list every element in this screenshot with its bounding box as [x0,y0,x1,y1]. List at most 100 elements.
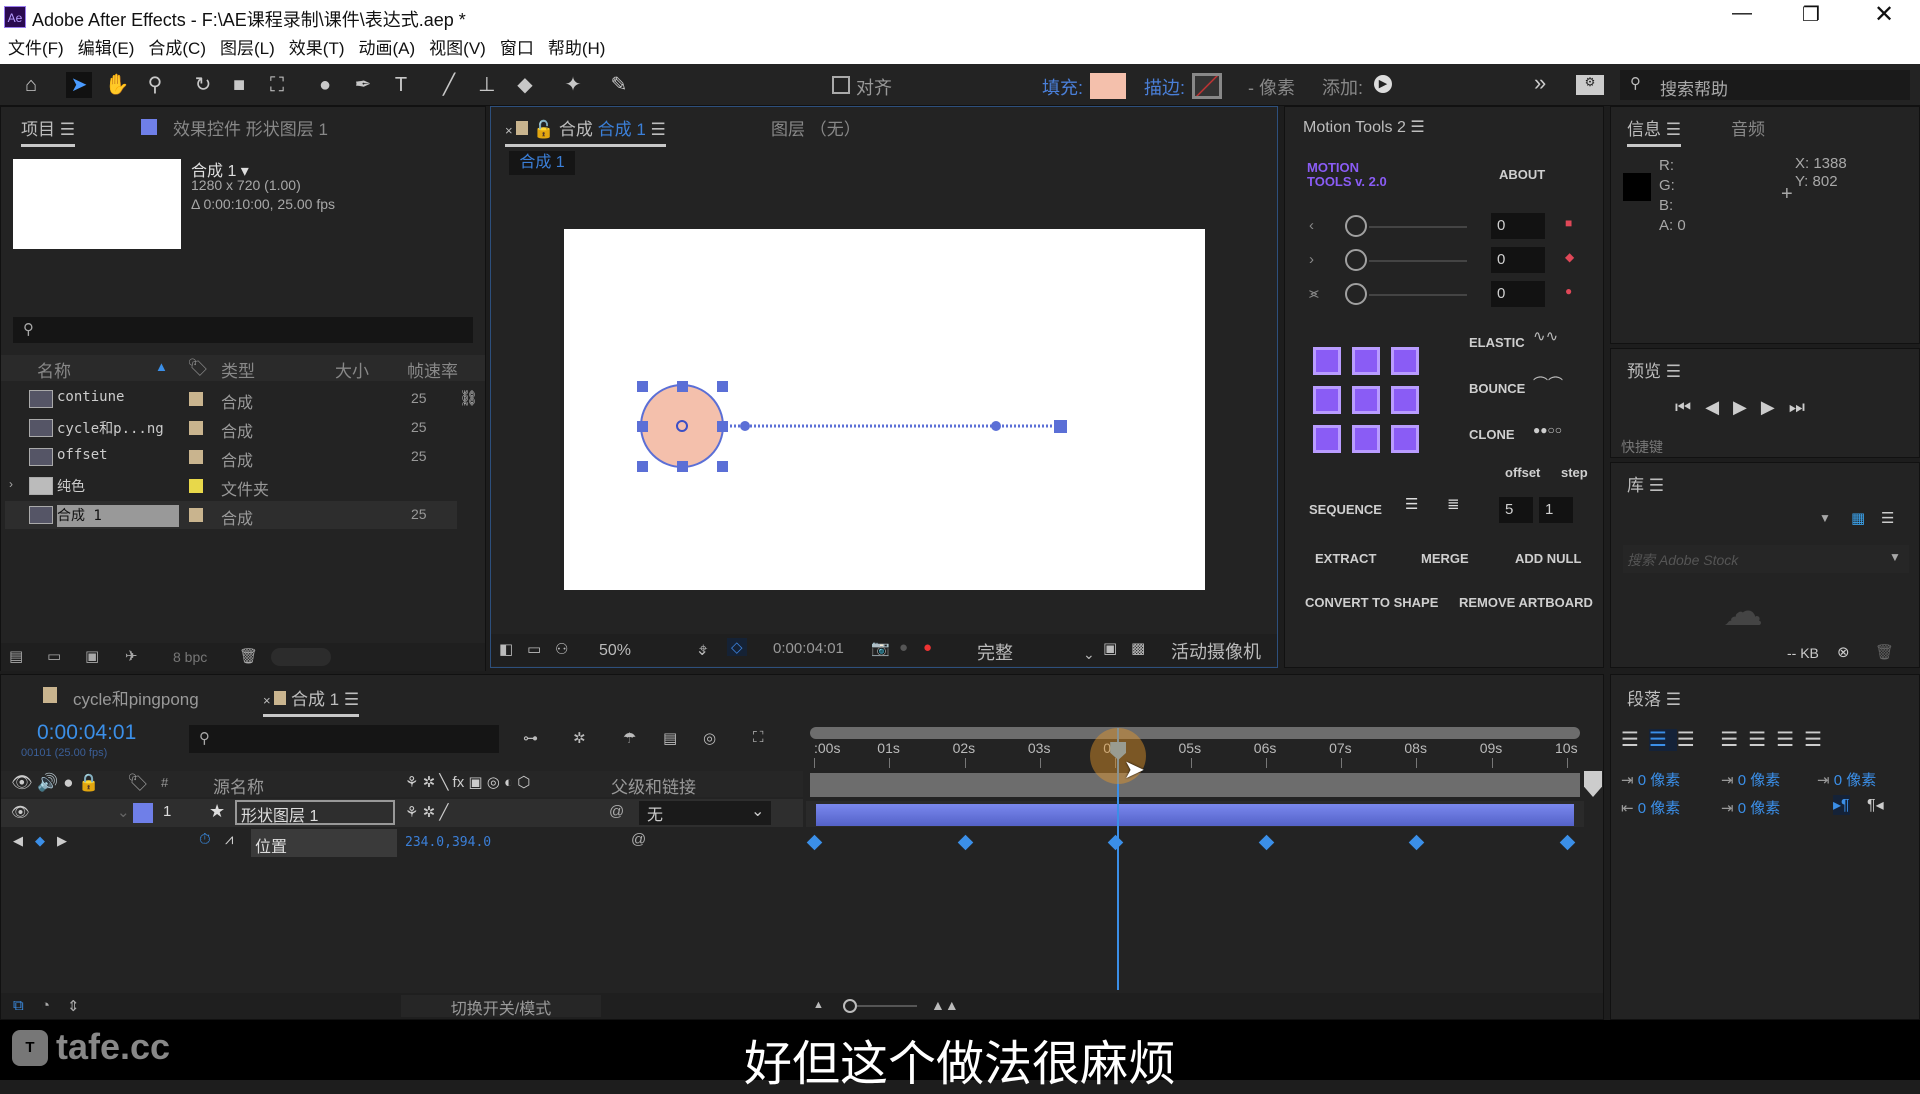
column-fps[interactable]: 帧速率 [407,357,458,382]
interpret-footage-icon[interactable]: ▤ [9,647,23,665]
influence-slider-knob[interactable] [1345,249,1367,271]
influence-value-input[interactable]: 0 [1491,281,1545,307]
prev-keyframe-icon[interactable]: ◀ [13,833,23,849]
toggle-switches-modes-button[interactable]: 切换开关/模式 [401,995,601,1018]
tab-library[interactable]: 库 ☰ [1627,471,1664,496]
tab-effect-controls[interactable]: 效果控件 形状图层 1 [173,115,328,140]
zoom-tool-icon[interactable]: ⚲ [142,72,168,98]
influence-slider-track[interactable] [1369,226,1467,228]
stock-search-input[interactable]: 搜索 Adobe Stock ▼ [1623,545,1909,573]
anchor-point-cell[interactable] [1313,347,1341,375]
sequence-stairs-icon[interactable]: ≣ [1447,495,1460,513]
draft-3d-icon[interactable]: ✲ [573,729,586,747]
menu-window[interactable]: 窗口 [500,39,534,58]
home-icon[interactable]: ⌂ [18,72,44,98]
anchor-point-cell[interactable] [1352,425,1380,453]
apply-ease-icon[interactable]: ■ [1565,216,1572,230]
expression-pickwhip-icon[interactable]: @ [631,831,646,848]
influence-value-input[interactable]: 0 [1491,213,1545,239]
layer-switches-toggle-icon[interactable]: ⧉ [13,997,24,1014]
influence-slider-knob[interactable] [1345,215,1367,237]
monitor-icon[interactable]: ▭ [527,640,541,658]
expand-chevron-icon[interactable]: › [9,477,13,491]
anchor-point-cell[interactable] [1313,386,1341,414]
minimize-button[interactable]: — [1732,2,1752,25]
show-snapshot-icon[interactable]: ● [899,639,908,656]
comp-marker-icon[interactable] [1584,771,1602,797]
sequence-offset-input[interactable]: 5 [1499,497,1533,523]
thumbnail-slider[interactable] [271,648,331,666]
menu-file[interactable]: 文件(F) [8,39,64,58]
clone-stamp-tool-icon[interactable]: ⊥ [474,72,500,98]
apply-ease-icon[interactable]: ◆ [1565,250,1574,264]
layer-name[interactable]: 形状图层 1 [235,800,395,825]
work-area-navigator[interactable] [810,727,1580,739]
shape-layer-graphic[interactable] [564,229,1205,590]
sync-off-icon[interactable]: ⊗ [1837,643,1850,661]
restore-button[interactable]: ❐ [1802,2,1820,27]
column-source-name[interactable]: 源名称 [213,773,264,798]
grid-view-icon[interactable]: ▦ [1851,509,1865,527]
ellipse-tool-icon[interactable]: ● [312,72,338,98]
trash-icon[interactable]: 🗑 [239,647,258,665]
roto-brush-tool-icon[interactable]: ✦ [560,72,586,98]
clone-button[interactable]: CLONE [1469,427,1515,442]
visibility-eye-icon[interactable]: 👁 [11,803,30,821]
stopwatch-icon[interactable]: ⏱ [199,831,211,848]
merge-button[interactable]: MERGE [1421,551,1469,566]
menu-edit[interactable]: 编辑(E) [78,39,135,58]
new-folder-icon[interactable]: ▭ [47,647,61,665]
tab-project[interactable]: 项目 ☰ [21,115,75,147]
space-after[interactable]: ⇥ 0 像素 [1721,797,1780,818]
eraser-tool-icon[interactable]: ◆ [512,72,538,98]
tab-info[interactable]: 信息 ☰ [1627,115,1681,147]
layer-switch-icons[interactable]: ⚘ ✲ ╱ [405,803,448,821]
influence-value-input[interactable]: 0 [1491,247,1545,273]
library-dropdown[interactable]: ▼ [1623,507,1835,533]
close-tab-icon[interactable]: × [263,693,274,708]
trash-icon[interactable]: 🗑 [1875,643,1894,661]
elastic-button[interactable]: ELASTIC [1469,335,1525,350]
transfer-controls-icon[interactable]: ◔ [41,997,50,1014]
column-parent-link[interactable]: 父级和链接 [611,773,696,798]
snapshot-camera-icon[interactable]: 📷 [871,639,890,657]
grid-icon[interactable]: ⌖ [699,640,707,657]
project-item[interactable]: cycle和p...ng 合成 25 [5,414,457,442]
flowchart-icon[interactable]: ⛓ [459,389,478,407]
lock-icon[interactable]: 🔓 [533,120,554,139]
puppet-tool-icon[interactable]: ✎ [606,72,632,98]
pen-tool-icon[interactable]: ✒ [350,72,376,98]
frame-blending-icon[interactable]: ▤ [663,729,677,747]
layer-label-color[interactable] [133,803,153,823]
project-item[interactable]: 合成 1 合成 25 [5,501,457,529]
add-keyframe-icon[interactable]: ◆ [35,833,45,849]
brush-tool-icon[interactable]: ╱ [436,72,462,98]
zoom-in-icon[interactable]: ▲▲ [931,997,959,1013]
add-null-button[interactable]: ADD NULL [1515,551,1581,566]
influence-slider-track[interactable] [1369,294,1467,296]
stroke-width[interactable]: - 像素 [1248,74,1295,100]
comp-mini-flowchart-icon[interactable]: ⊶ [523,729,538,747]
always-preview-icon[interactable]: ◧ [499,640,513,658]
current-timecode[interactable]: 0:00:04:01 [37,721,136,745]
label-color[interactable] [189,508,203,522]
apply-ease-icon[interactable]: ● [1565,284,1572,298]
workspace-icon[interactable]: ⚙ [1576,75,1604,95]
column-size[interactable]: 大小 [335,357,369,382]
viewer-timecode[interactable]: 0:00:04:01 [773,640,844,657]
anchor-point-cell[interactable] [1313,425,1341,453]
vr-goggles-icon[interactable]: ⚇ [555,640,568,658]
transparency-grid-icon[interactable]: ▩ [1131,639,1145,657]
timeline-search-input[interactable]: ⚲ [189,725,499,753]
pickwhip-icon[interactable]: @ [609,803,624,820]
rotate-tool-icon[interactable]: ↻ [190,72,216,98]
column-name[interactable]: 名称 [37,357,71,382]
camera-dropdown[interactable]: 活动摄像机 [1171,638,1261,664]
anchor-point-cell[interactable] [1391,386,1419,414]
sequence-step-input[interactable]: 1 [1539,497,1573,523]
mask-visibility-icon[interactable]: ◇ [727,638,747,656]
camera-tool-icon[interactable]: ■ [226,72,252,98]
menu-effect[interactable]: 效果(T) [289,39,345,58]
type-tool-icon[interactable]: T [388,72,414,98]
graph-editor-icon[interactable]: ⛶ [753,729,764,746]
